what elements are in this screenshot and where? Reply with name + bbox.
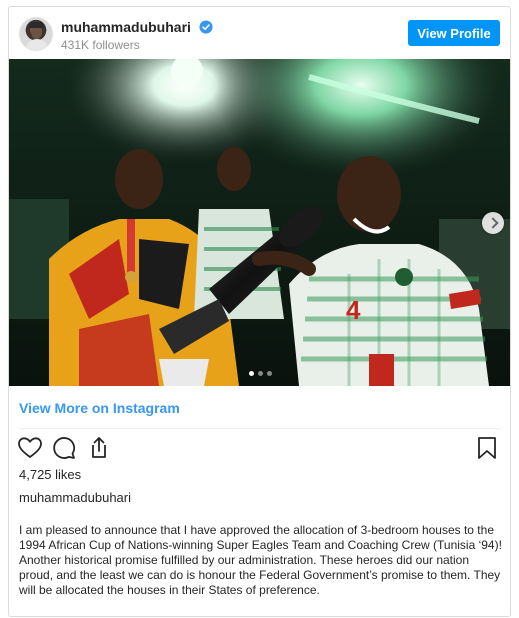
carousel-dot [249, 371, 254, 376]
username-text[interactable]: muhammadubuhari [61, 19, 191, 35]
profile-avatar[interactable] [19, 17, 53, 51]
instagram-embed-card: muhammadubuhari 431K followers View Prof… [8, 6, 511, 617]
view-more-on-instagram-link[interactable]: View More on Instagram [19, 400, 180, 416]
carousel-indicator [9, 371, 510, 376]
verified-badge-icon [199, 20, 213, 34]
post-photo[interactable]: 4 [9, 59, 510, 386]
svg-text:4: 4 [346, 295, 361, 325]
view-profile-button[interactable]: View Profile [408, 20, 500, 46]
post-caption: I am pleased to announce that I have app… [19, 523, 502, 597]
action-bar [17, 435, 500, 461]
share-icon[interactable] [85, 435, 111, 461]
post-owner-username[interactable]: muhammadubuhari [19, 490, 131, 505]
like-count: 4,725 likes [19, 467, 82, 482]
heart-icon[interactable] [17, 435, 43, 461]
bookmark-icon[interactable] [474, 435, 500, 461]
carousel-dot [267, 371, 272, 376]
follower-count: 431K followers [61, 38, 140, 52]
photo-footballers-trophy-image: 4 [9, 59, 510, 386]
post-header: muhammadubuhari 431K followers View Prof… [9, 7, 510, 59]
username-link[interactable]: muhammadubuhari [61, 19, 213, 35]
comment-icon[interactable] [51, 435, 77, 461]
carousel-next-arrow-icon[interactable] [482, 212, 504, 234]
carousel-dot [258, 371, 263, 376]
divider [19, 428, 500, 429]
